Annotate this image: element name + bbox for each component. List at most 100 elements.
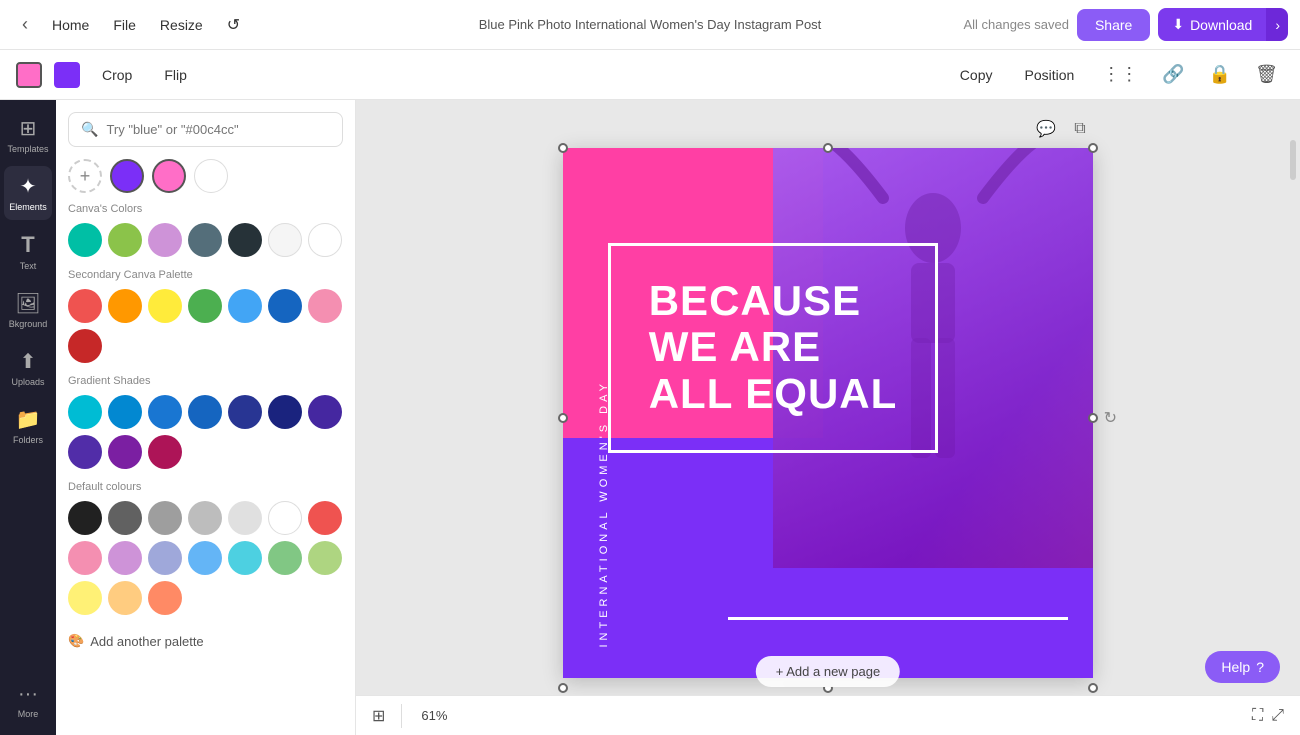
home-button[interactable]: Home bbox=[42, 11, 99, 39]
sidebar-item-uploads[interactable]: ⬆ Uploads bbox=[4, 341, 52, 395]
canvas-comment-icon[interactable]: 💬 bbox=[1033, 116, 1059, 142]
def-color-blue[interactable] bbox=[188, 541, 222, 575]
def-color-orange[interactable] bbox=[108, 581, 142, 615]
selected-color-purple[interactable] bbox=[110, 159, 144, 193]
flip-button[interactable]: Flip bbox=[154, 61, 197, 89]
canva-color-green[interactable] bbox=[108, 223, 142, 257]
sidebar-item-elements[interactable]: ✦ Elements bbox=[4, 166, 52, 220]
grad-color-5[interactable] bbox=[228, 395, 262, 429]
more-label: More bbox=[18, 709, 39, 719]
canvas-vscroll-thumb[interactable] bbox=[1290, 140, 1296, 180]
def-color-deeporange[interactable] bbox=[148, 581, 182, 615]
def-color-lightgray[interactable] bbox=[228, 501, 262, 535]
color-swatch-pink[interactable] bbox=[16, 62, 42, 88]
sidebar-item-background[interactable]: 🖼 Bkground bbox=[4, 283, 52, 337]
sidebar-item-more[interactable]: ··· More bbox=[4, 675, 52, 727]
selected-colors-row: + bbox=[68, 159, 343, 193]
grad-color-8[interactable] bbox=[68, 435, 102, 469]
def-color-cyan[interactable] bbox=[228, 541, 262, 575]
save-status: All changes saved bbox=[963, 17, 1069, 32]
selected-color-pink[interactable] bbox=[152, 159, 186, 193]
fullscreen-button[interactable]: ⛶ bbox=[1252, 707, 1263, 725]
position-button[interactable]: Position bbox=[1014, 61, 1084, 89]
more-icon: ··· bbox=[18, 683, 38, 706]
text-line2: WE ARE bbox=[649, 324, 898, 370]
add-page-button[interactable]: + Add a new page bbox=[756, 656, 900, 687]
def-color-ltgreen[interactable] bbox=[308, 541, 342, 575]
resize-button[interactable]: Resize bbox=[150, 11, 213, 39]
def-color-purple[interactable] bbox=[108, 541, 142, 575]
def-color-yellow[interactable] bbox=[68, 581, 102, 615]
zoom-right: ⛶ ⤢ bbox=[1252, 707, 1284, 725]
def-color-green[interactable] bbox=[268, 541, 302, 575]
design-canvas[interactable]: BECAUSE WE ARE ALL EQUAL INTERNATIONAL W… bbox=[563, 148, 1093, 678]
grad-color-10[interactable] bbox=[148, 435, 182, 469]
grad-color-4[interactable] bbox=[188, 395, 222, 429]
handle-top-right[interactable] bbox=[1088, 143, 1098, 153]
grad-color-7[interactable] bbox=[308, 395, 342, 429]
color-search-input[interactable] bbox=[106, 122, 330, 137]
def-color-darkgray[interactable] bbox=[108, 501, 142, 535]
add-color-button[interactable]: + bbox=[68, 159, 102, 193]
sidebar-item-templates[interactable]: ⊞ Templates bbox=[4, 108, 52, 162]
sec-color-darkred[interactable] bbox=[68, 329, 102, 363]
undo-button[interactable]: ↺ bbox=[217, 9, 250, 41]
lock-icon-button[interactable]: 🔒 bbox=[1203, 58, 1237, 91]
sec-color-green[interactable] bbox=[188, 289, 222, 323]
sec-color-orange[interactable] bbox=[108, 289, 142, 323]
canvas-duplicate-icon[interactable]: ⧉ bbox=[1067, 116, 1093, 142]
canva-colors-title: Canva's Colors bbox=[68, 203, 343, 215]
handle-top-left[interactable] bbox=[558, 143, 568, 153]
help-button[interactable]: Help ? bbox=[1205, 651, 1280, 683]
def-color-black[interactable] bbox=[68, 501, 102, 535]
grad-color-6[interactable] bbox=[268, 395, 302, 429]
def-color-red[interactable] bbox=[308, 501, 342, 535]
canva-color-white[interactable] bbox=[308, 223, 342, 257]
share-button[interactable]: Share bbox=[1077, 9, 1150, 41]
def-color-white[interactable] bbox=[268, 501, 302, 535]
crop-button[interactable]: Crop bbox=[92, 61, 142, 89]
sec-color-red[interactable] bbox=[68, 289, 102, 323]
delete-icon-button[interactable]: 🗑 bbox=[1249, 58, 1284, 91]
sec-color-yellow[interactable] bbox=[148, 289, 182, 323]
search-bar: 🔍 bbox=[68, 112, 343, 147]
sec-color-darkblue[interactable] bbox=[268, 289, 302, 323]
canva-color-slate[interactable] bbox=[188, 223, 222, 257]
help-label: Help bbox=[1221, 659, 1250, 675]
grid-icon-button[interactable]: ⋮⋮ bbox=[1096, 58, 1144, 91]
grad-color-2[interactable] bbox=[108, 395, 142, 429]
handle-mid-top[interactable] bbox=[823, 143, 833, 153]
link-icon-button[interactable]: 🔗 bbox=[1156, 58, 1190, 91]
grad-color-3[interactable] bbox=[148, 395, 182, 429]
file-button[interactable]: File bbox=[103, 11, 146, 39]
color-swatch-purple[interactable] bbox=[54, 62, 80, 88]
handle-mid-right[interactable] bbox=[1088, 413, 1098, 423]
canva-color-light[interactable] bbox=[268, 223, 302, 257]
def-color-medgray[interactable] bbox=[188, 501, 222, 535]
def-color-indigo[interactable] bbox=[148, 541, 182, 575]
canva-color-lavender[interactable] bbox=[148, 223, 182, 257]
download-button[interactable]: ⬇ Download bbox=[1158, 8, 1266, 41]
canva-color-teal[interactable] bbox=[68, 223, 102, 257]
download-chevron-button[interactable]: › bbox=[1266, 8, 1288, 41]
add-palette-button[interactable]: 🎨 Add another palette bbox=[68, 627, 204, 655]
sidebar-item-text[interactable]: T Text bbox=[4, 224, 52, 279]
zoom-grid-button[interactable]: ⊞ bbox=[372, 706, 385, 726]
grad-color-9[interactable] bbox=[108, 435, 142, 469]
sec-color-pink[interactable] bbox=[308, 289, 342, 323]
zoom-fit-button[interactable]: ⤢ bbox=[1271, 707, 1284, 725]
add-palette-label: Add another palette bbox=[90, 634, 203, 649]
help-icon: ? bbox=[1256, 659, 1264, 675]
handle-mid-left[interactable] bbox=[558, 413, 568, 423]
crop-label: Crop bbox=[102, 67, 132, 83]
back-button[interactable]: ‹ bbox=[12, 8, 38, 41]
grad-color-1[interactable] bbox=[68, 395, 102, 429]
canvas-vscroll[interactable] bbox=[1290, 120, 1296, 685]
def-color-pink[interactable] bbox=[68, 541, 102, 575]
def-color-gray[interactable] bbox=[148, 501, 182, 535]
canva-color-dark[interactable] bbox=[228, 223, 262, 257]
sec-color-blue[interactable] bbox=[228, 289, 262, 323]
sidebar-item-folders[interactable]: 📁 Folders bbox=[4, 399, 52, 453]
selected-color-white[interactable] bbox=[194, 159, 228, 193]
copy-button[interactable]: Copy bbox=[950, 61, 1003, 89]
